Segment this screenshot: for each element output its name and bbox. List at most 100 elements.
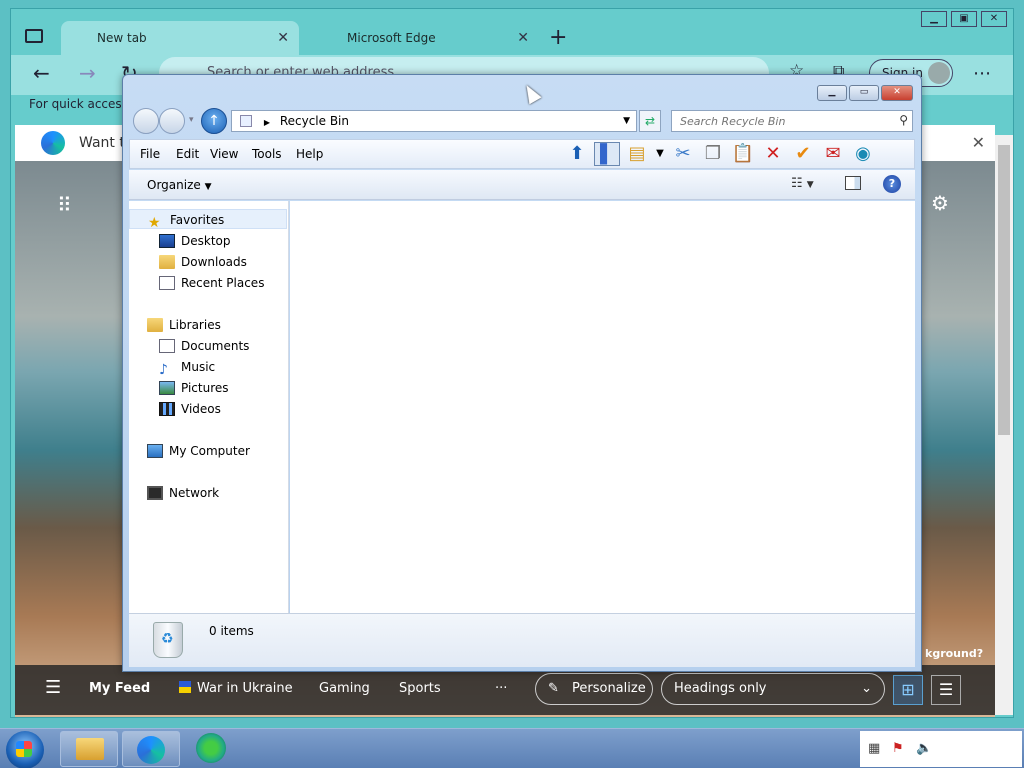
forward-arrow-icon[interactable]: → (79, 61, 96, 85)
breadcrumb-arrow-icon[interactable]: ▶ (264, 118, 270, 127)
nav-item-music[interactable]: ♪ Music (129, 357, 215, 377)
close-icon[interactable]: ✕ (981, 11, 1007, 27)
network-status-icon[interactable]: ▦ (868, 741, 880, 756)
taskbar-edge-button[interactable] (122, 731, 180, 767)
up-icon[interactable]: ⬆ (564, 142, 590, 166)
nav-item-libraries[interactable]: Libraries (129, 315, 221, 335)
nav-item-recent-places[interactable]: Recent Places (129, 273, 264, 293)
edge-logo-icon (137, 736, 165, 764)
breadcrumb-current[interactable]: Recycle Bin (280, 114, 349, 128)
tab-microsoft-edge[interactable]: Microsoft Edge ✕ (303, 21, 539, 55)
mail-icon[interactable]: ✉ (820, 142, 846, 166)
minimize-icon[interactable]: ▁ (921, 11, 947, 27)
gear-icon[interactable]: ⚙ (931, 191, 949, 215)
nav-item-videos[interactable]: Videos (129, 399, 221, 419)
folder-check-icon[interactable]: ▤ (624, 142, 650, 166)
nav-item-label: Downloads (181, 255, 247, 269)
nav-item-my-computer[interactable]: My Computer (129, 441, 250, 461)
maximize-icon[interactable]: ▭ (849, 85, 879, 101)
explorer-window-controls: ▁ ▭ ✕ (817, 85, 913, 101)
feed-tab-my-feed[interactable]: My Feed (89, 681, 150, 696)
pictures-icon (159, 381, 175, 395)
cut-icon[interactable]: ✂ (670, 142, 696, 166)
search-icon[interactable]: ⚲ (899, 113, 908, 127)
panel-icon[interactable]: ▌ (594, 142, 620, 166)
new-tab-icon[interactable]: + (549, 25, 567, 50)
feed-tab-war[interactable]: War in Ukraine (179, 681, 293, 696)
preview-pane-icon[interactable] (845, 176, 861, 190)
computer-icon (147, 444, 163, 458)
more-options-icon[interactable]: ⋯ (973, 63, 991, 84)
system-tray: ▦ ⚑ 🔈 (860, 731, 1022, 767)
personalize-label: Personalize (572, 681, 646, 696)
file-list-area[interactable] (290, 201, 915, 613)
menu-edit[interactable]: Edit (176, 147, 199, 161)
volume-icon[interactable]: 🔈 (916, 741, 932, 756)
chevron-down-icon[interactable]: ▼ (623, 111, 630, 131)
search-input[interactable] (672, 111, 892, 131)
check-icon[interactable]: ✔ (790, 142, 816, 166)
nav-item-downloads[interactable]: Downloads (129, 252, 247, 272)
chevron-down-icon: ⌄ (861, 681, 872, 696)
tab-actions-icon[interactable] (25, 29, 43, 43)
folder-icon (76, 738, 104, 760)
up-arrow-icon[interactable]: ↑ (201, 108, 227, 134)
banner-close-icon[interactable]: ✕ (972, 133, 985, 152)
nav-item-label: My Computer (169, 444, 250, 458)
taskbar: ▦ ⚑ 🔈 (0, 728, 1024, 768)
globe-icon[interactable]: ◉ (850, 142, 876, 166)
breadcrumb[interactable]: ▶ Recycle Bin ▼ (231, 110, 637, 132)
nav-item-favorites[interactable]: ★ Favorites (129, 209, 287, 230)
copy-icon[interactable]: ❐ (700, 142, 726, 166)
hamburger-menu-icon[interactable]: ☰ (45, 677, 61, 698)
menu-tools[interactable]: Tools (252, 147, 282, 161)
nav-item-desktop[interactable]: Desktop (129, 231, 231, 251)
nav-item-label: Videos (181, 402, 221, 416)
navigation-row: ▾ ↑ ▶ Recycle Bin ▼ ⇄ ⚲ (129, 105, 915, 137)
headings-select[interactable]: Headings only ⌄ (661, 673, 885, 705)
close-icon[interactable]: ✕ (881, 85, 913, 101)
navigation-pane: ★ Favorites Desktop Downloads Recent Plac… (129, 201, 289, 613)
forward-button[interactable] (159, 108, 185, 134)
history-dropdown-icon[interactable]: ▾ (189, 115, 194, 125)
document-icon (159, 339, 175, 353)
back-button[interactable] (133, 108, 159, 134)
menu-help[interactable]: Help (296, 147, 323, 161)
apps-grid-icon[interactable]: ⠿ (57, 193, 72, 217)
close-tab-icon[interactable]: ✕ (517, 30, 529, 46)
tab-new-tab[interactable]: New tab ✕ (61, 21, 299, 55)
back-arrow-icon[interactable]: ← (33, 61, 50, 85)
chevron-down-icon[interactable]: ▼ (654, 142, 666, 166)
feed-bar: ☰ My Feed War in Ukraine Gaming Sports ·… (15, 665, 995, 715)
close-tab-icon[interactable]: ✕ (277, 30, 289, 46)
scroll-thumb[interactable] (998, 145, 1010, 435)
quick-access-text: For quick access, (29, 97, 132, 111)
help-icon[interactable]: ? (883, 175, 901, 193)
nav-item-network[interactable]: Network (129, 483, 219, 503)
organize-button[interactable]: Organize ▼ (147, 178, 212, 192)
menu-file[interactable]: File (140, 147, 160, 161)
minimize-icon[interactable]: ▁ (817, 85, 847, 101)
action-center-icon[interactable]: ⚑ (892, 741, 904, 756)
start-button[interactable] (6, 731, 44, 768)
grid-view-icon[interactable]: ⊞ (893, 675, 923, 705)
feed-tab-gaming[interactable]: Gaming (319, 681, 370, 696)
refresh-icon[interactable]: ⇄ (639, 110, 661, 132)
taskbar-explorer-button[interactable] (60, 731, 118, 767)
list-view-icon[interactable]: ☰ (931, 675, 961, 705)
delete-icon[interactable]: ✕ (760, 142, 786, 166)
page-scrollbar[interactable] (995, 135, 1013, 715)
feed-tab-sports[interactable]: Sports (399, 681, 441, 696)
paste-icon[interactable]: 📋 (730, 142, 756, 166)
command-bar: Organize ▼ ☷ ▼ ? (129, 170, 915, 200)
network-icon (147, 486, 163, 500)
maximize-icon[interactable]: ▣ (951, 11, 977, 27)
nav-item-documents[interactable]: Documents (129, 336, 249, 356)
menu-bar: File Edit View Tools Help ⬆ ▌ ▤ ▼ ✂ ❐ 📋 … (129, 139, 915, 169)
feed-more-icon[interactable]: ··· (495, 681, 507, 696)
nav-item-pictures[interactable]: Pictures (129, 378, 229, 398)
windows-orb-icon (196, 733, 226, 763)
menu-view[interactable]: View (210, 147, 238, 161)
views-icon[interactable]: ☷ ▼ (791, 176, 814, 191)
personalize-button[interactable]: ✎ Personalize (535, 673, 653, 705)
